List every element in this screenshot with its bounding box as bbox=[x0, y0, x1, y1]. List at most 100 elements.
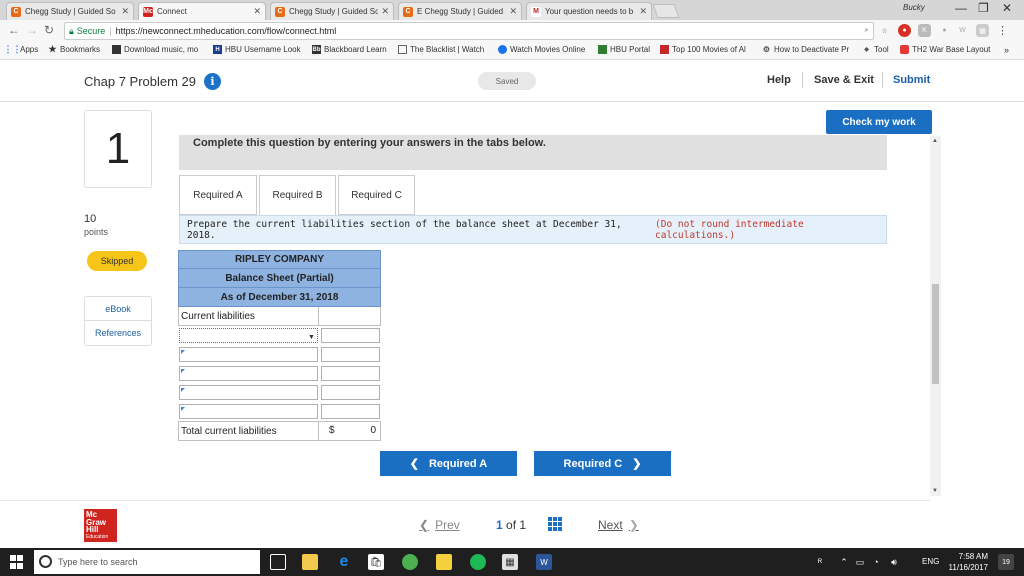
wifi-icon[interactable]: ◔ bbox=[868, 554, 884, 570]
back-arrow-icon[interactable]: ← bbox=[8, 23, 20, 37]
tab-title: Chegg Study | Guided So bbox=[289, 7, 379, 16]
scroll-up-icon[interactable]: ▲ bbox=[932, 138, 938, 144]
check-my-work-button[interactable]: Check my work bbox=[826, 110, 932, 134]
tab-required-c[interactable]: Required C bbox=[338, 175, 415, 215]
battery-icon[interactable]: ▭ bbox=[852, 554, 868, 570]
close-tab-icon[interactable]: ✕ bbox=[381, 6, 389, 17]
minimize-icon[interactable]: — bbox=[955, 1, 967, 15]
bookmark-deactivate[interactable]: ⚙ How to Deactivate Pr bbox=[762, 45, 849, 54]
reload-icon[interactable]: ↻ bbox=[44, 23, 54, 37]
close-tab-icon[interactable]: ✕ bbox=[639, 6, 647, 17]
more-bookmarks-icon[interactable]: » bbox=[1004, 45, 1009, 55]
restore-icon[interactable]: ❐ bbox=[978, 1, 989, 15]
prev-required-button[interactable]: ❮ Required A bbox=[380, 451, 517, 476]
chrome-browser-icon[interactable] bbox=[402, 554, 418, 570]
bookmark-blackboard[interactable]: Bb Blackboard Learn bbox=[312, 45, 387, 54]
star-bookmark-icon[interactable]: ☆ bbox=[878, 24, 891, 37]
adblock-extension-icon[interactable]: ● bbox=[898, 24, 911, 37]
bookmark-bookmarks[interactable]: ★ Bookmarks bbox=[48, 44, 100, 54]
volume-icon[interactable]: 🔊︎ bbox=[886, 554, 902, 570]
language-indicator[interactable]: ENG bbox=[922, 557, 939, 566]
lock-icon: 🔒︎ bbox=[69, 25, 74, 36]
star-icon: ★ bbox=[48, 44, 57, 54]
scroll-down-icon[interactable]: ▼ bbox=[932, 488, 938, 494]
page-scrollbar[interactable]: ▲ ▼ bbox=[930, 136, 941, 496]
extension-w-icon[interactable]: W bbox=[956, 24, 969, 37]
close-tab-icon[interactable]: ✕ bbox=[121, 6, 129, 17]
liability-select-3[interactable] bbox=[179, 366, 318, 381]
close-tab-icon[interactable]: ✕ bbox=[509, 6, 517, 17]
calculator-icon[interactable]: ▦ bbox=[502, 554, 518, 570]
instruction-text: Complete this question by entering your … bbox=[193, 137, 546, 149]
tab-required-a[interactable]: Required A bbox=[179, 175, 257, 215]
browser-tab-chegg-2[interactable]: C Chegg Study | Guided So ✕ bbox=[270, 2, 394, 20]
chevron-down-icon[interactable]: ▼ bbox=[304, 331, 319, 344]
ebook-button[interactable]: eBook bbox=[85, 297, 151, 321]
sticky-notes-icon[interactable] bbox=[436, 554, 452, 570]
bookmark-watch-movies[interactable]: Watch Movies Online bbox=[498, 45, 585, 54]
forward-arrow-icon[interactable]: → bbox=[26, 23, 38, 37]
windows-start-icon[interactable] bbox=[10, 555, 24, 569]
bookmark-apps[interactable]: ⋮⋮ Apps bbox=[4, 44, 39, 54]
prev-question-link[interactable]: ❮ Prev bbox=[419, 518, 460, 532]
bookmark-hbu-portal[interactable]: HBU Portal bbox=[598, 45, 650, 54]
system-clock[interactable]: 7:58 AM 11/16/2017 bbox=[944, 551, 988, 573]
bookmark-blacklist[interactable]: The Blacklist | Watch bbox=[398, 45, 484, 54]
url-omnibox[interactable]: 🔒︎ Secure | https://newconnect.mheducati… bbox=[64, 22, 874, 40]
references-button[interactable]: References bbox=[85, 321, 151, 345]
notification-center-icon[interactable]: 19 bbox=[998, 554, 1014, 570]
edge-browser-icon[interactable]: e bbox=[336, 553, 352, 570]
amount-input-5[interactable] bbox=[321, 404, 380, 419]
browser-tab-connect[interactable]: Mc Connect ✕ bbox=[138, 2, 266, 20]
zoom-icon[interactable]: ⌕ bbox=[860, 24, 873, 37]
browser-tab-chegg-3[interactable]: C E Chegg Study | Guided ✕ bbox=[398, 2, 522, 20]
liability-select-5[interactable] bbox=[179, 404, 318, 419]
browser-tab-gmail[interactable]: M Your question needs to b ✕ bbox=[526, 2, 652, 20]
people-icon[interactable]: ᴿ bbox=[812, 554, 828, 570]
chevron-up-icon[interactable]: ⌃ bbox=[836, 554, 852, 570]
chevron-left-icon: ❮ bbox=[419, 518, 430, 532]
amount-input-3[interactable] bbox=[321, 366, 380, 381]
bookmark-th2-war[interactable]: TH2 War Base Layout bbox=[900, 45, 990, 54]
browser-tab-chegg-1[interactable]: C Chegg Study | Guided So ✕ bbox=[6, 2, 134, 20]
bookmark-hbu-username[interactable]: H HBU Username Look bbox=[213, 45, 301, 54]
word-icon[interactable]: W bbox=[536, 554, 552, 570]
help-link[interactable]: Help bbox=[767, 74, 791, 86]
tab-required-b[interactable]: Required B bbox=[259, 175, 336, 216]
profile-name[interactable]: Bucky bbox=[903, 3, 925, 12]
next-question-link[interactable]: Next ❯ bbox=[598, 518, 639, 532]
extension-box-icon[interactable]: ▦ bbox=[976, 24, 989, 37]
save-exit-link[interactable]: Save & Exit bbox=[814, 74, 874, 86]
liability-select-4[interactable] bbox=[179, 385, 318, 400]
question-grid-icon[interactable] bbox=[548, 517, 562, 531]
amount-input-4[interactable] bbox=[321, 385, 380, 400]
amount-input-2[interactable] bbox=[321, 347, 380, 362]
page-footer bbox=[0, 500, 930, 548]
new-tab-button[interactable] bbox=[652, 4, 680, 18]
microphone-icon[interactable]: 🎙︎ bbox=[240, 554, 256, 570]
secure-label: Secure bbox=[76, 26, 106, 36]
amount-input-1[interactable] bbox=[321, 328, 380, 343]
close-window-icon[interactable]: ✕ bbox=[1002, 1, 1012, 15]
shield-extension-icon[interactable]: ● bbox=[938, 24, 951, 37]
liability-select-2[interactable] bbox=[179, 347, 318, 362]
taskbar-search-input[interactable]: Type here to search bbox=[34, 550, 260, 574]
tab-title: Your question needs to b bbox=[545, 7, 634, 16]
search-placeholder: Type here to search bbox=[58, 557, 138, 567]
liability-select-1[interactable]: ▼ bbox=[179, 328, 318, 343]
bookmark-tool[interactable]: ◆ Tool bbox=[862, 45, 889, 54]
bookmark-download-music[interactable]: Download music, mo bbox=[112, 45, 198, 54]
file-explorer-icon[interactable] bbox=[302, 554, 318, 570]
extension-k-icon[interactable]: K bbox=[918, 24, 931, 37]
close-tab-icon[interactable]: ✕ bbox=[253, 6, 261, 17]
spotify-icon[interactable] bbox=[470, 554, 486, 570]
info-icon[interactable]: i bbox=[204, 73, 221, 90]
next-required-button[interactable]: Required C ❯ bbox=[534, 451, 671, 476]
submit-link[interactable]: Submit bbox=[893, 74, 930, 86]
store-icon[interactable]: 🛍︎ bbox=[368, 554, 384, 570]
task-view-icon[interactable] bbox=[270, 554, 286, 570]
skipped-status-badge: Skipped bbox=[87, 251, 147, 271]
chrome-menu-icon[interactable]: ⋮ bbox=[996, 24, 1009, 37]
scrollbar-thumb[interactable] bbox=[932, 284, 939, 384]
bookmark-top-100[interactable]: Top 100 Movies of Al bbox=[660, 45, 746, 54]
